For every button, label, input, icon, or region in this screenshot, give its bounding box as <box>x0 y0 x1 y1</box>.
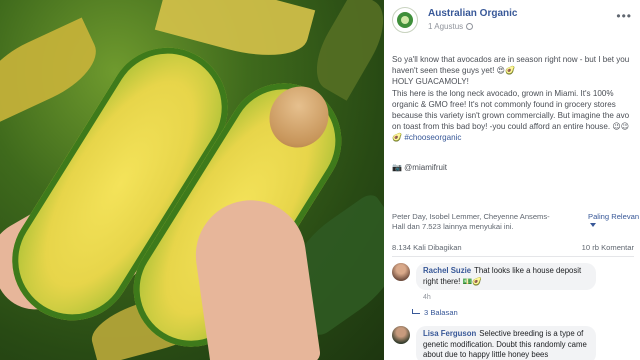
comment-bubble: Rachel Suzie That looks like a house depo… <box>416 263 596 290</box>
comment-timestamp[interactable]: 4h <box>423 294 431 301</box>
comment-author-link[interactable]: Lisa Ferguson <box>423 329 476 338</box>
hashtag-link[interactable]: #chooseorganic <box>404 133 461 142</box>
page-logo-icon <box>397 12 413 28</box>
share-count[interactable]: 8.134 Kali Dibagikan <box>392 243 462 252</box>
post-paragraph: So ya'll know that avocados are in seaso… <box>392 55 630 76</box>
avatar[interactable] <box>392 263 410 281</box>
reply-arrow-icon <box>412 309 420 314</box>
reactions-summary[interactable]: Peter Day, Isobel Lemmer, Cheyenne Ansem… <box>392 212 562 232</box>
view-replies-link[interactable]: 3 Balasan <box>412 308 458 317</box>
chevron-down-icon <box>590 223 596 227</box>
avatar[interactable] <box>392 326 410 344</box>
post-time-text: 1 Agustus <box>428 22 464 31</box>
photo-credit: 📷 @miamifruit <box>392 163 447 172</box>
comment-bubble: Lisa Ferguson Selective breeding is a typ… <box>416 326 596 360</box>
post-paragraph: This here is the long neck avocado, grow… <box>392 88 632 144</box>
sort-label: Paling Relevan <box>588 212 640 221</box>
leaf-decoration <box>0 17 108 123</box>
comment-count[interactable]: 10 rb Komentar <box>582 243 634 252</box>
post-photo[interactable] <box>0 0 384 360</box>
post-text: So ya'll know that avocados are in seaso… <box>392 54 632 144</box>
post-header: Australian Organic 1 Agustus ••• <box>392 7 632 35</box>
post-panel: Australian Organic 1 Agustus ••• So ya'l… <box>384 0 640 360</box>
replies-label: 3 Balasan <box>424 308 458 317</box>
post-paragraph: HOLY GUACAMOLY! <box>392 77 469 87</box>
comment-author-link[interactable]: Rachel Suzie <box>423 266 471 275</box>
more-options-icon[interactable]: ••• <box>616 9 632 23</box>
page-avatar[interactable] <box>392 7 418 33</box>
leaf-decoration <box>303 0 384 101</box>
globe-icon <box>466 23 474 30</box>
page-name-link[interactable]: Australian Organic <box>428 8 517 19</box>
divider <box>392 256 634 257</box>
post-timestamp[interactable]: 1 Agustus <box>428 22 474 31</box>
comment-sort-dropdown[interactable]: Paling Relevan <box>588 212 640 230</box>
